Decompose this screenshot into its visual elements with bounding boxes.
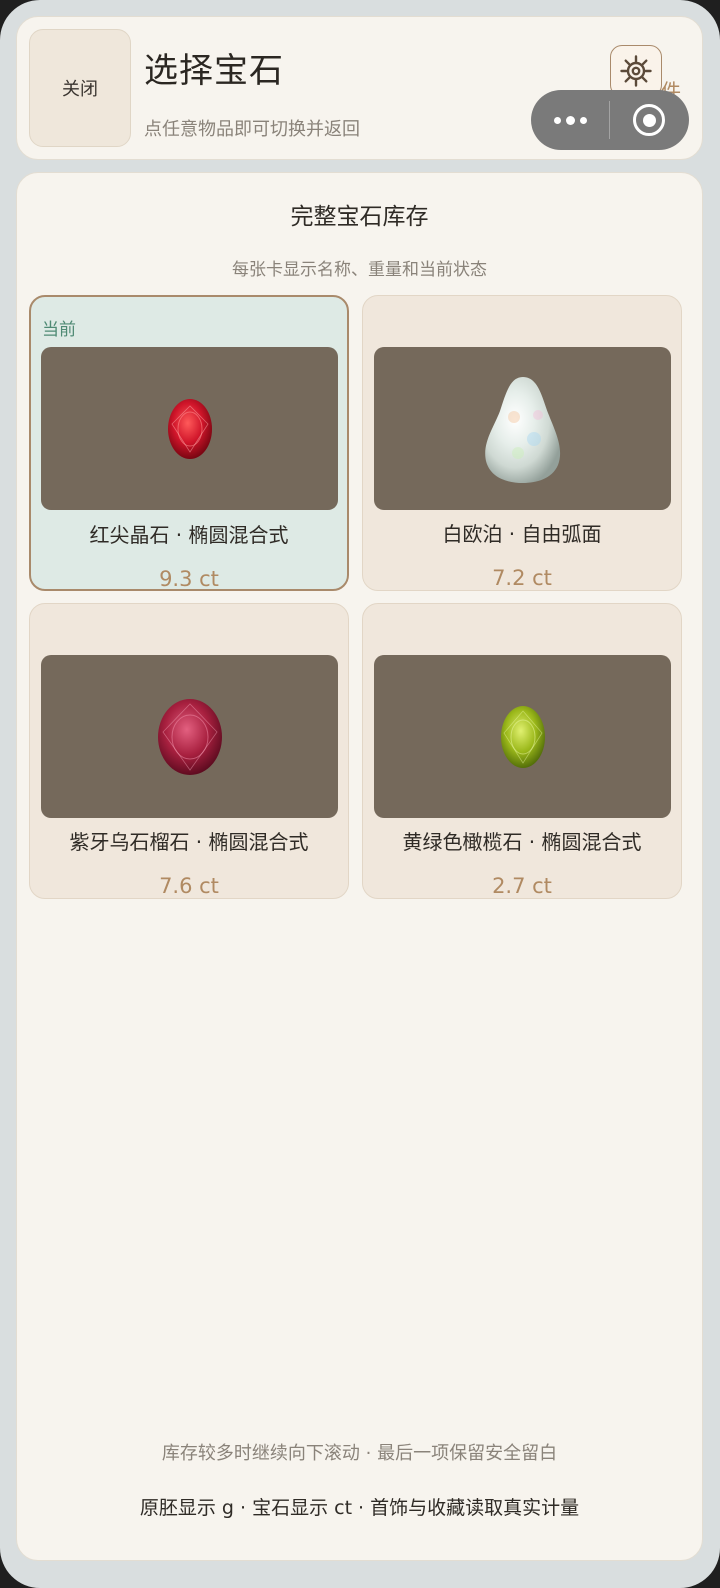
page-title: 选择宝石 (144, 51, 284, 91)
gem-weight: 2.7 ct (492, 874, 552, 898)
section-title: 完整宝石库存 (290, 204, 429, 230)
gem-card-rhodolite-garnet[interactable]: 紫牙乌石榴石 · 椭圆混合式 7.6 ct (29, 603, 349, 899)
units-note: 原胚显示 g · 宝石显示 ct · 首饰与收藏读取真实计量 (139, 1497, 580, 1519)
gem-weight: 7.2 ct (492, 566, 552, 590)
gem-name: 紫牙乌石榴石 · 椭圆混合式 (69, 830, 309, 854)
more-dots-icon-right (579, 116, 587, 124)
more-menu-button[interactable] (531, 115, 609, 125)
exit-miniprogram-button[interactable] (610, 104, 688, 136)
gem-weight: 9.3 ct (159, 567, 219, 591)
white-opal-gem-icon (484, 376, 560, 483)
gem-image-stage (374, 347, 671, 510)
miniprogram-capsule (531, 90, 689, 150)
more-dots-icon-center (565, 115, 575, 125)
gem-image-stage (41, 655, 338, 818)
current-badge: 当前 (42, 320, 76, 340)
rhodolite-garnet-gem-icon (157, 698, 222, 775)
inventory-panel: 完整宝石库存 每张卡显示名称、重量和当前状态 当前 红尖晶石 · 椭圆混合式 9… (16, 172, 703, 1561)
gem-image-stage (41, 347, 338, 510)
target-icon-dot (642, 113, 656, 127)
gem-name: 黄绿色橄榄石 · 椭圆混合式 (402, 830, 642, 854)
gear-icon (620, 55, 652, 87)
gem-image-stage (374, 655, 671, 818)
close-button[interactable]: 关闭 (29, 29, 131, 147)
gem-card-peridot[interactable]: 黄绿色橄榄石 · 椭圆混合式 2.7 ct (362, 603, 682, 899)
app-screen: 关闭 选择宝石 点任意物品即可切换并返回 件 完整宝石库存 每张卡显示名称、重量… (0, 0, 720, 1588)
gem-name: 白欧泊 · 自由弧面 (442, 522, 602, 546)
more-dots-icon (553, 116, 561, 124)
peridot-gem-icon (500, 705, 545, 768)
gem-name: 红尖晶石 · 椭圆混合式 (89, 523, 289, 547)
page-subtitle: 点任意物品即可切换并返回 (144, 119, 360, 140)
gem-card-red-spinel[interactable]: 当前 红尖晶石 · 椭圆混合式 9.3 ct (29, 295, 349, 591)
red-spinel-gem-icon (167, 398, 212, 459)
gem-card-white-opal[interactable]: 白欧泊 · 自由弧面 7.2 ct (362, 295, 682, 591)
target-icon (633, 104, 665, 136)
gem-weight: 7.6 ct (159, 874, 219, 898)
scroll-hint: 库存较多时继续向下滚动 · 最后一项保留安全留白 (161, 1443, 558, 1464)
section-subtitle: 每张卡显示名称、重量和当前状态 (232, 260, 487, 280)
header-bar: 关闭 选择宝石 点任意物品即可切换并返回 件 (16, 16, 703, 160)
